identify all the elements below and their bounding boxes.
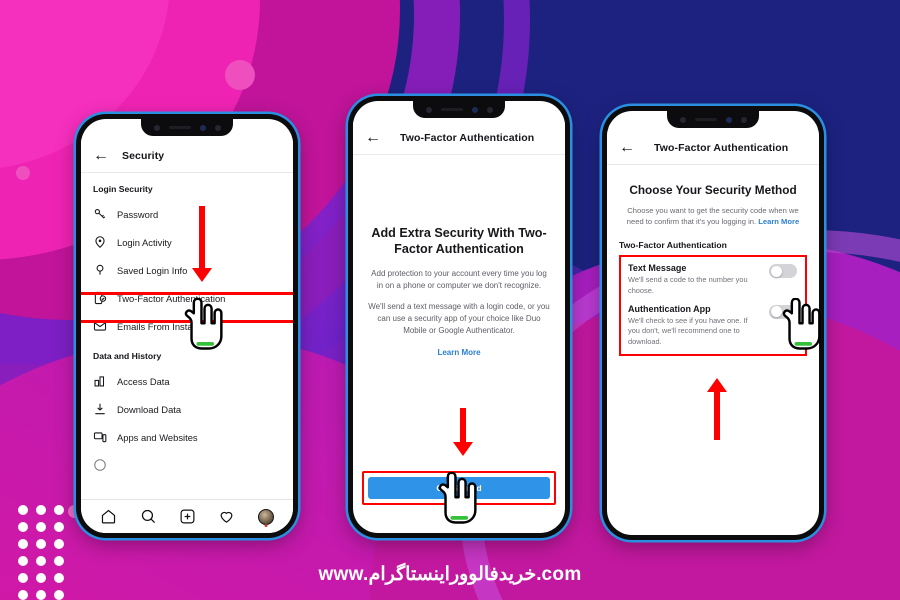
- list-item-label: Password: [117, 208, 159, 220]
- pointing-hand-cursor-1: [180, 298, 226, 350]
- phone2-appbar: ← Two-Factor Authentication: [353, 121, 565, 155]
- back-arrow-icon[interactable]: ←: [619, 139, 635, 156]
- list-item-download-data[interactable]: Download Data: [81, 395, 293, 423]
- subtitle: Choose you want to get the security code…: [619, 205, 807, 227]
- site-watermark: www.خریدفالووراینستاگرام.com: [318, 564, 582, 585]
- headline: Choose Your Security Method: [629, 183, 797, 197]
- devices-icon: [93, 430, 107, 444]
- annotation-arrow-down-2: [453, 408, 473, 456]
- phone2-notch: [413, 101, 505, 118]
- page-title: Security: [122, 149, 165, 162]
- list-item-label: Download Data: [117, 403, 182, 415]
- body-paragraph-1: Add protection to your account every tim…: [371, 269, 547, 291]
- section-heading-login-security: Login Security: [93, 184, 153, 194]
- list-item-label: Login Activity: [117, 236, 172, 248]
- list-item-partial-cutoff[interactable]: [81, 451, 293, 479]
- page-title: Two-Factor Authentication: [400, 131, 535, 144]
- learn-more-link[interactable]: Learn More: [437, 348, 480, 357]
- phone3-appbar: ← Two-Factor Authentication: [607, 131, 819, 165]
- location-pin-icon: [93, 235, 107, 249]
- home-icon[interactable]: [100, 508, 117, 525]
- clock-icon: [93, 458, 107, 472]
- screenshot-canvas: ← Security Login Security Password Login…: [0, 0, 900, 600]
- option-description: We'll check to see if you have one. If y…: [628, 315, 748, 346]
- bg-bubble-left: [16, 166, 30, 180]
- phone2-content: Add Extra Security With Two-Factor Authe…: [353, 225, 565, 360]
- list-item-apps-and-websites[interactable]: Apps and Websites: [81, 423, 293, 451]
- heart-icon[interactable]: [218, 508, 235, 525]
- section-heading-two-factor: Two-Factor Authentication: [619, 240, 727, 251]
- phone3-notch: [667, 111, 759, 128]
- back-arrow-icon[interactable]: ←: [365, 129, 381, 146]
- highlight-line-top: [81, 292, 293, 295]
- download-icon: [93, 402, 107, 416]
- key-icon: [93, 207, 107, 221]
- phone2-screen: ← Two-Factor Authentication Add Extra Se…: [353, 101, 565, 533]
- phone1-notch: [141, 119, 233, 136]
- body-paragraph-2: We'll send a text message with a login c…: [368, 302, 550, 336]
- learn-more-link[interactable]: Learn More: [758, 217, 799, 226]
- phone1-tabbar: [81, 499, 293, 533]
- list-item-label: Access Data: [117, 375, 170, 387]
- page-title: Two-Factor Authentication: [654, 141, 789, 154]
- list-item-label: Saved Login Info: [117, 264, 188, 276]
- bar-chart-icon: [93, 374, 107, 388]
- lock-keyhole-icon: [93, 263, 107, 277]
- pointing-hand-cursor-3: [778, 298, 824, 350]
- avatar-icon[interactable]: [257, 508, 274, 525]
- list-item-login-activity[interactable]: Login Activity: [81, 228, 293, 256]
- add-post-icon[interactable]: [179, 508, 196, 525]
- annotation-arrow-up-3: [707, 378, 727, 440]
- option-text-message[interactable]: Text Message We'll send a code to the nu…: [628, 263, 798, 296]
- back-arrow-icon[interactable]: ←: [93, 147, 109, 164]
- option-name: Text Message: [628, 263, 687, 274]
- search-icon[interactable]: [140, 508, 157, 525]
- headline: Add Extra Security With Two-Factor Authe…: [371, 226, 547, 257]
- list-item-saved-login-info[interactable]: Saved Login Info: [81, 256, 293, 284]
- phone1-appbar: ← Security: [81, 139, 293, 173]
- option-description: We'll send a code to the number you choo…: [628, 275, 748, 295]
- list-item-access-data[interactable]: Access Data: [81, 367, 293, 395]
- bg-bubble-top: [225, 60, 255, 90]
- list-item-password[interactable]: Password: [81, 200, 293, 228]
- option-authentication-app[interactable]: Authentication App We'll check to see if…: [628, 304, 798, 348]
- list-item-label: Apps and Websites: [117, 431, 198, 443]
- annotation-arrow-down-1: [192, 206, 212, 282]
- pointing-hand-cursor-2: [434, 472, 480, 524]
- option-name: Authentication App: [628, 303, 711, 314]
- text-message-toggle[interactable]: [769, 264, 797, 279]
